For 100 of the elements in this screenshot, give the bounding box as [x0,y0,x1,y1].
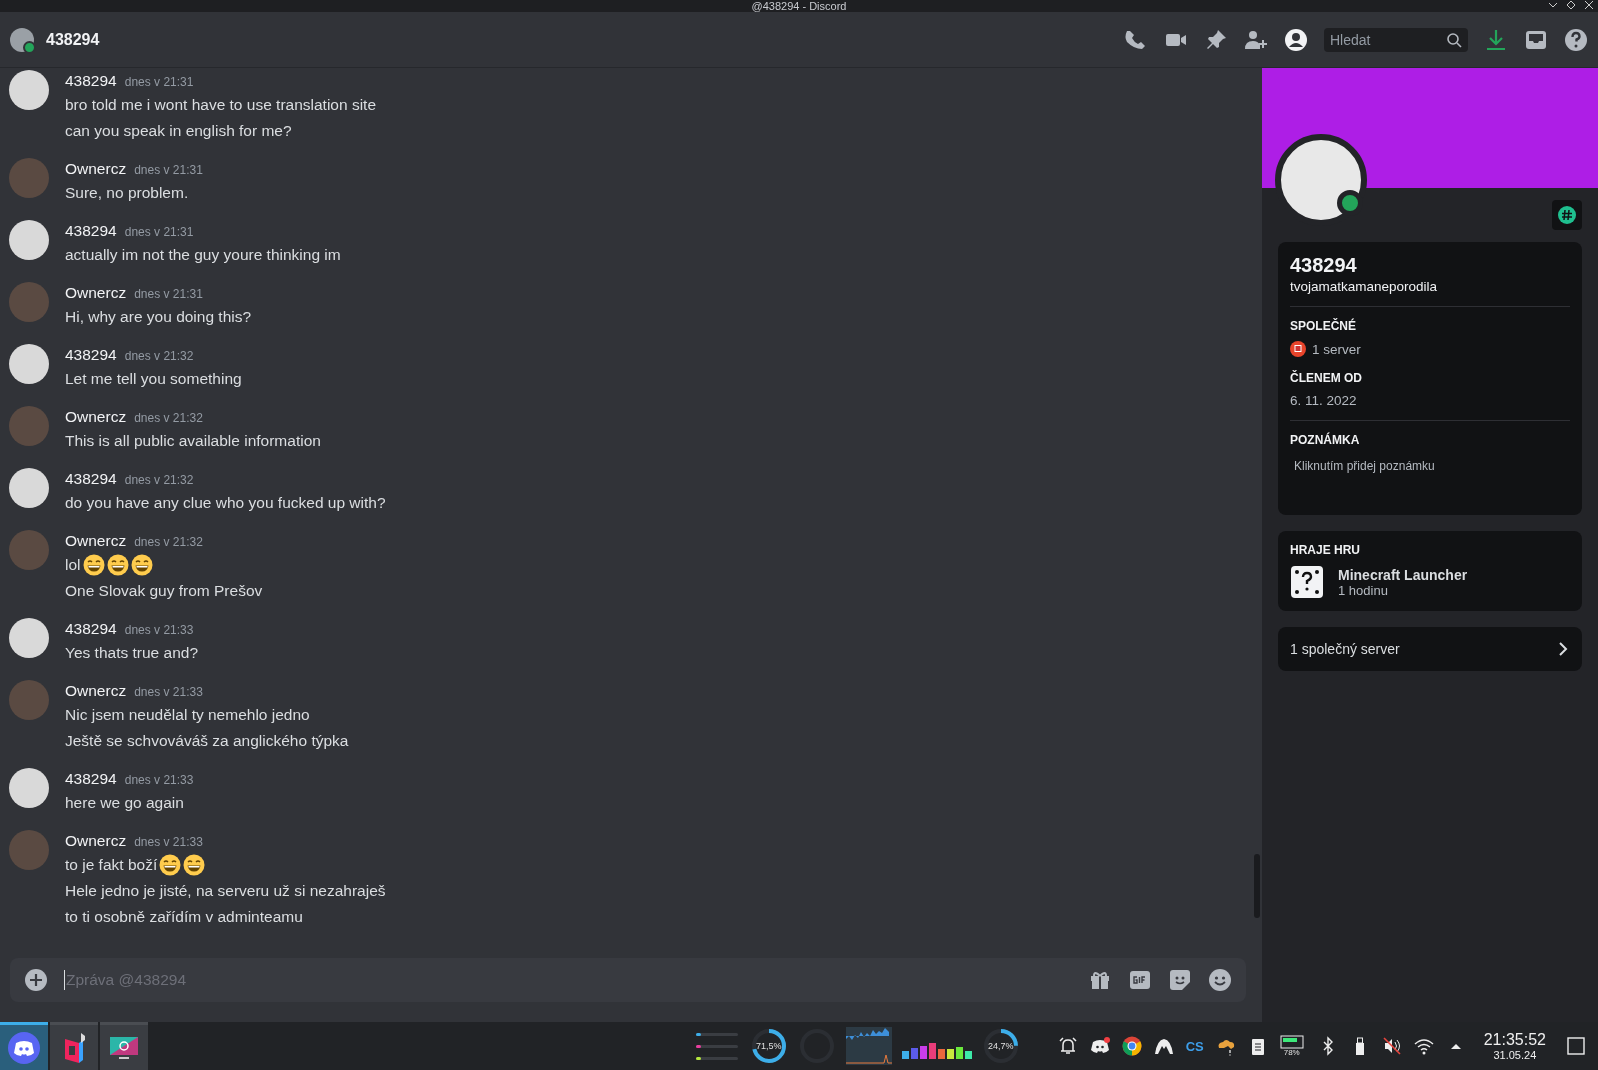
help-icon[interactable] [1564,27,1588,52]
scrollbar[interactable] [1254,854,1260,918]
search-field[interactable]: Hledat [1324,27,1468,52]
hash-icon [1558,206,1576,224]
taskbar-app[interactable] [50,1022,98,1070]
grinning-face-icon [106,554,129,576]
user-avatar[interactable] [9,768,49,808]
message-text: actually im not the guy youre thinking im [65,245,341,265]
message-author[interactable]: Ownercz [65,532,127,550]
message-author[interactable]: 438294 [65,770,117,788]
grinning-face-icon [130,554,153,576]
member-since-date: 6. 11. 2022 [1290,393,1358,408]
message-text: This is all public available information [65,431,321,451]
disk-bars-drawing [901,1043,972,1059]
section-label: ČLENEM OD [1290,371,1363,385]
section-label: SPOLEČNÉ [1290,319,1357,333]
message-input[interactable]: Zpráva @438294 [64,970,1072,990]
message-composer[interactable]: Zpráva @438294 [10,958,1246,1002]
message-time: dnes v 21:33 [134,685,203,699]
wifi-icon[interactable] [1413,1036,1434,1056]
play-duration: 1 hodinu [1338,582,1389,598]
clock-date: 31.05.24 [1493,1048,1537,1062]
message-author[interactable]: 438294 [65,72,117,90]
emoji-icon[interactable] [1208,968,1232,992]
section-label: HRAJE HRU [1290,543,1361,557]
message-text: can you speak in english for me? [65,121,293,141]
show-desktop-icon[interactable] [1566,1036,1586,1056]
user-avatar[interactable] [9,344,49,384]
message-time: dnes v 21:32 [134,411,203,425]
note-field[interactable]: Kliknutím přidej poznámku [1290,455,1570,503]
message-time: dnes v 21:33 [124,623,194,637]
message-author[interactable]: Ownercz [65,682,127,700]
minimize-icon[interactable] [1548,0,1558,10]
tray-label[interactable]: CS [1185,1038,1204,1054]
grinning-face-icon [183,854,206,876]
message-time: dnes v 21:31 [134,163,203,177]
message-author[interactable]: 438294 [65,222,117,240]
message-author[interactable]: Ownercz [65,160,127,178]
grinning-face-icon [159,854,182,876]
user-avatar[interactable] [9,220,49,260]
message-time: dnes v 21:32 [124,349,194,363]
monitor-camera-icon [110,1036,138,1059]
mutual-servers-count[interactable]: 1 server [1312,341,1361,357]
user-avatar[interactable] [9,70,49,110]
gif-icon[interactable] [1128,968,1152,992]
message-text: Hi, why are you doing this? [65,307,252,327]
user-profile-icon[interactable] [1284,27,1308,52]
clock[interactable]: 21:35:52 31.05.24 [1483,1030,1546,1062]
discord-tray-icon[interactable] [1089,1036,1110,1056]
message-time: dnes v 21:31 [124,75,194,89]
message-author[interactable]: 438294 [65,620,117,638]
search-icon [1446,31,1462,48]
alarm-bell-icon[interactable] [1057,1036,1078,1056]
message-text: to ti osobně zařídím v adminteamu [65,907,304,927]
message-time: dnes v 21:32 [124,473,194,487]
taskbar-app[interactable] [100,1022,148,1070]
message-author[interactable]: Ownercz [65,284,127,302]
username: tvojamatkamaneporodila [1290,279,1439,294]
channel-title: 438294 [46,30,100,49]
message-text: Sure, no problem. [65,183,190,203]
game-name: Minecraft Launcher [1338,566,1468,583]
message-author[interactable]: 438294 [65,470,117,488]
chevron-right-icon [1556,642,1570,656]
user-avatar[interactable] [9,468,49,508]
message-author[interactable]: Ownercz [65,408,127,426]
message-text: bro told me i wont have to use translation site [65,95,377,115]
speaker-icon[interactable] [1381,1036,1402,1056]
clock-time: 21:35:52 [1483,1030,1546,1049]
message-text: Ještě se schvováváš za anglického týpka [65,731,349,751]
mutual-servers-button[interactable]: 1 společný server [1278,627,1582,671]
window-title: @438294 - Discord [751,0,847,12]
maximize-icon[interactable] [1566,0,1576,10]
message-text: Nic jsem neudělal ty nemehlo jedno [65,705,311,725]
close-icon[interactable] [1584,0,1594,10]
mountain-icon[interactable] [1153,1036,1174,1056]
taskbar-app[interactable] [0,1022,48,1070]
message-text: Yes thats true and? [65,643,198,663]
message-text: to je fakt boží [65,855,158,875]
discord-icon [8,1031,40,1064]
user-avatar[interactable] [9,618,49,658]
message-author[interactable]: Ownercz [65,832,127,850]
browser-icon[interactable] [1121,1036,1142,1056]
sticker-icon[interactable] [1168,968,1192,992]
add-icon[interactable] [24,968,48,992]
message-text: here we go again [65,793,185,813]
message-text: Let me tell you something [65,369,242,389]
usage-gauge: 71,5% [749,1027,788,1065]
server-icon [1290,341,1306,357]
message-text: Hele jedno je jisté, na serveru už si nezahraješ [65,881,386,901]
unknown-game-icon [1290,565,1324,599]
display-name: 438294 [1290,254,1358,277]
message-text: do you have any clue who you fucked up with? [65,493,386,513]
message-time: dnes v 21:32 [134,535,203,549]
message-time: dnes v 21:33 [124,773,194,787]
download-icon[interactable] [1484,27,1508,52]
usage-gauge: 24,7% [981,1027,1020,1065]
message-time: dnes v 21:33 [134,835,203,849]
message-text: lol [65,555,81,575]
message-author[interactable]: 438294 [65,346,117,364]
profile-badge[interactable] [1552,200,1582,230]
